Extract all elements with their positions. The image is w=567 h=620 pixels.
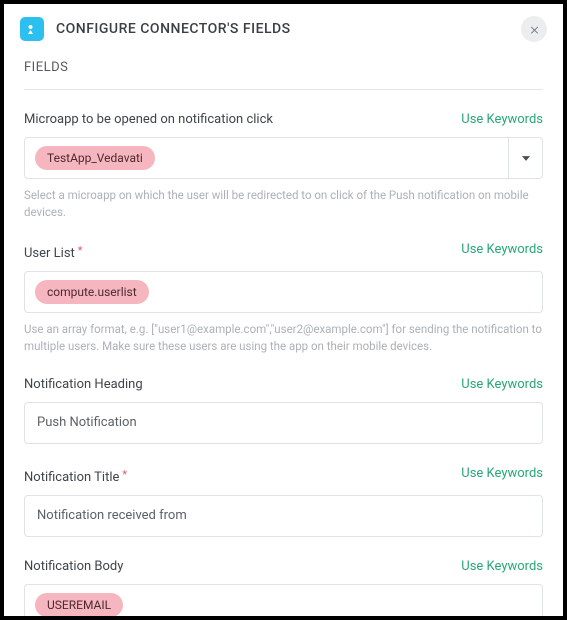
field-userlist: User List* Use Keywords compute.userlist…: [24, 242, 543, 354]
use-keywords-title[interactable]: Use Keywords: [461, 466, 543, 481]
required-indicator: *: [78, 244, 83, 257]
field-label-microapp: Microapp to be opened on notification cl…: [24, 112, 273, 127]
field-label-body: Notification Body: [24, 559, 123, 574]
userlist-helper: Use an array format, e.g. ["user1@exampl…: [24, 321, 543, 354]
body-value-chip: USEREMAIL: [35, 593, 123, 616]
microapp-value-chip: TestApp_Vedavati: [35, 146, 155, 170]
close-button[interactable]: [521, 16, 547, 42]
field-label-heading: Notification Heading: [24, 377, 143, 392]
required-indicator: *: [122, 468, 127, 481]
field-label-userlist: User List: [24, 246, 75, 261]
userlist-input[interactable]: compute.userlist: [24, 271, 543, 313]
microapp-dropdown-toggle[interactable]: [508, 138, 542, 178]
field-microapp: Microapp to be opened on notification cl…: [24, 112, 543, 220]
heading-input[interactable]: Push Notification: [24, 402, 543, 444]
field-heading: Notification Heading Use Keywords Push N…: [24, 377, 543, 444]
title-input[interactable]: Notification received from: [24, 495, 543, 537]
heading-value: Push Notification: [35, 413, 139, 432]
field-body: Notification Body Use Keywords USEREMAIL: [24, 559, 543, 616]
connector-brand-icon: [20, 17, 44, 41]
userlist-value-chip: compute.userlist: [35, 280, 149, 304]
use-keywords-microapp[interactable]: Use Keywords: [461, 112, 543, 127]
field-label-title: Notification Title: [24, 470, 119, 485]
use-keywords-body[interactable]: Use Keywords: [461, 559, 543, 574]
configure-connector-modal: CONFIGURE CONNECTOR'S FIELDS FIELDS Micr…: [4, 4, 563, 616]
title-value: Notification received from: [35, 506, 189, 525]
microapp-helper: Select a microapp on which the user will…: [24, 187, 543, 220]
modal-header: CONFIGURE CONNECTOR'S FIELDS: [4, 4, 563, 54]
field-title: Notification Title* Use Keywords Notific…: [24, 466, 543, 537]
chevron-down-icon: [522, 156, 530, 161]
use-keywords-userlist[interactable]: Use Keywords: [461, 242, 543, 257]
body-input[interactable]: USEREMAIL: [24, 584, 543, 616]
close-icon: [529, 24, 540, 35]
modal-content: FIELDS Microapp to be opened on notifica…: [4, 54, 563, 616]
section-label: FIELDS: [24, 54, 543, 90]
microapp-dropdown[interactable]: TestApp_Vedavati: [24, 137, 543, 179]
use-keywords-heading[interactable]: Use Keywords: [461, 377, 543, 392]
modal-title: CONFIGURE CONNECTOR'S FIELDS: [56, 21, 521, 37]
